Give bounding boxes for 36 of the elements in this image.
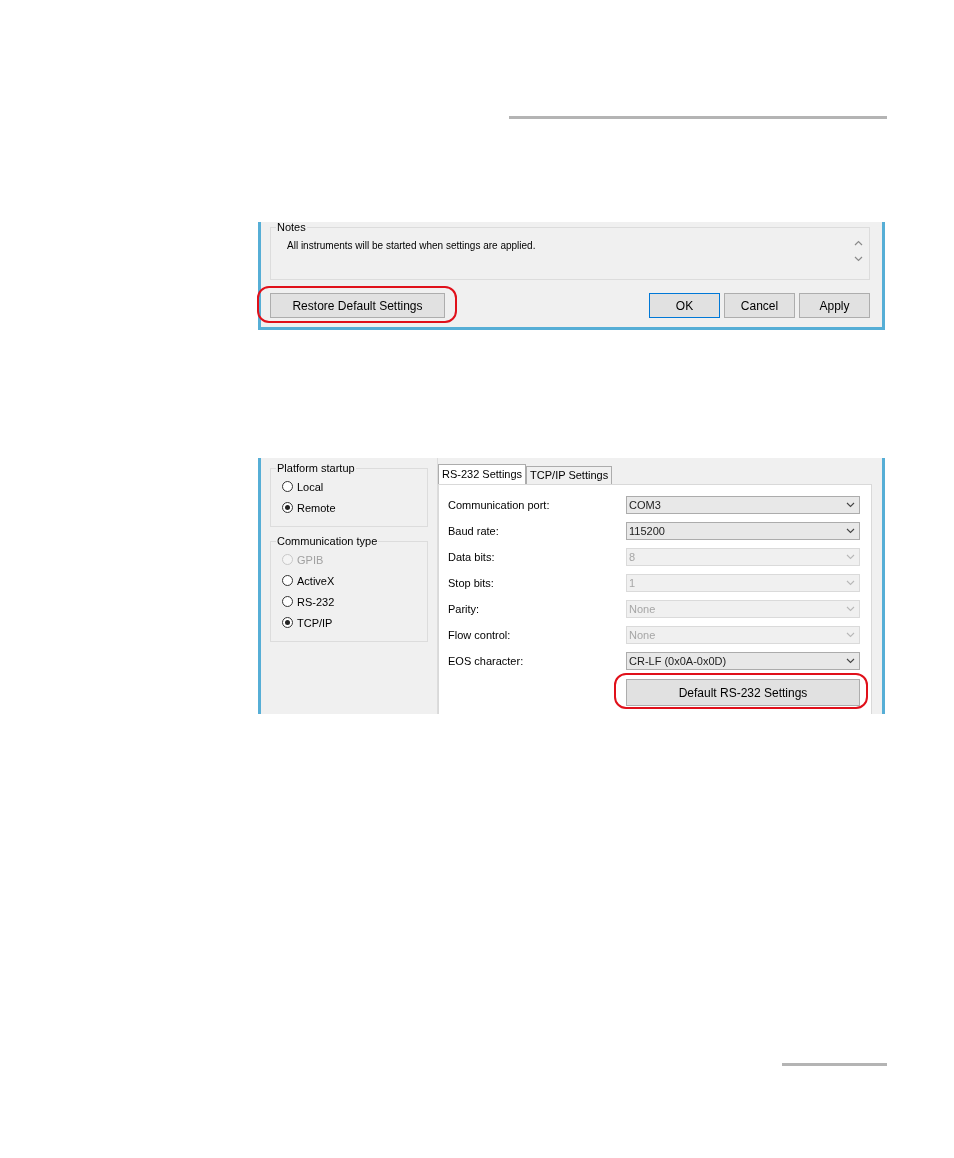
scroll-up-icon[interactable]: [854, 240, 863, 246]
field-label: Stop bits:: [448, 577, 494, 589]
dialog-button[interactable]: Apply: [799, 293, 870, 318]
group-title: Communication type: [276, 535, 379, 547]
tab[interactable]: RS-232 Settings: [438, 464, 527, 484]
radio-label[interactable]: Remote: [297, 501, 336, 514]
field-label: EOS character:: [448, 655, 524, 667]
field-label: Data bits:: [448, 551, 495, 563]
field-label: Parity:: [448, 603, 480, 615]
radio-label[interactable]: ActiveX: [297, 574, 335, 587]
chevron-down-icon[interactable]: [846, 528, 855, 534]
radio-label[interactable]: TCP/IP: [297, 616, 333, 629]
radio-button[interactable]: [282, 575, 293, 586]
radio-label[interactable]: Local: [297, 480, 324, 493]
dropdown-field[interactable]: COM3: [626, 496, 860, 514]
group-title: Notes: [276, 222, 307, 232]
tab[interactable]: TCP/IP Settings: [526, 466, 613, 484]
group-title: Platform startup: [276, 462, 356, 474]
chevron-down-icon[interactable]: [846, 658, 855, 664]
dialog-button[interactable]: Restore Default Settings: [270, 293, 445, 318]
radio-button[interactable]: [282, 502, 293, 513]
chevron-down-icon[interactable]: [846, 502, 855, 508]
dialog-button[interactable]: Cancel: [724, 293, 795, 318]
field-label: Flow control:: [448, 629, 511, 641]
field-label: Baud rate:: [448, 525, 499, 537]
radio-button[interactable]: [282, 617, 293, 628]
default-settings-button[interactable]: Default RS-232 Settings: [626, 679, 860, 706]
radio-button[interactable]: [282, 596, 293, 607]
scroll-down-icon[interactable]: [854, 256, 863, 262]
radio-button[interactable]: [282, 481, 293, 492]
dialog-button[interactable]: OK: [649, 293, 720, 318]
field-label: Communication port:: [448, 499, 550, 511]
radio-label[interactable]: RS-232: [297, 595, 335, 608]
notes-text: All instruments will be started when settings are applied.: [287, 240, 536, 253]
dropdown-field[interactable]: 115200: [626, 522, 860, 540]
dropdown-field[interactable]: CR-LF (0x0A-0x0D): [626, 652, 860, 670]
